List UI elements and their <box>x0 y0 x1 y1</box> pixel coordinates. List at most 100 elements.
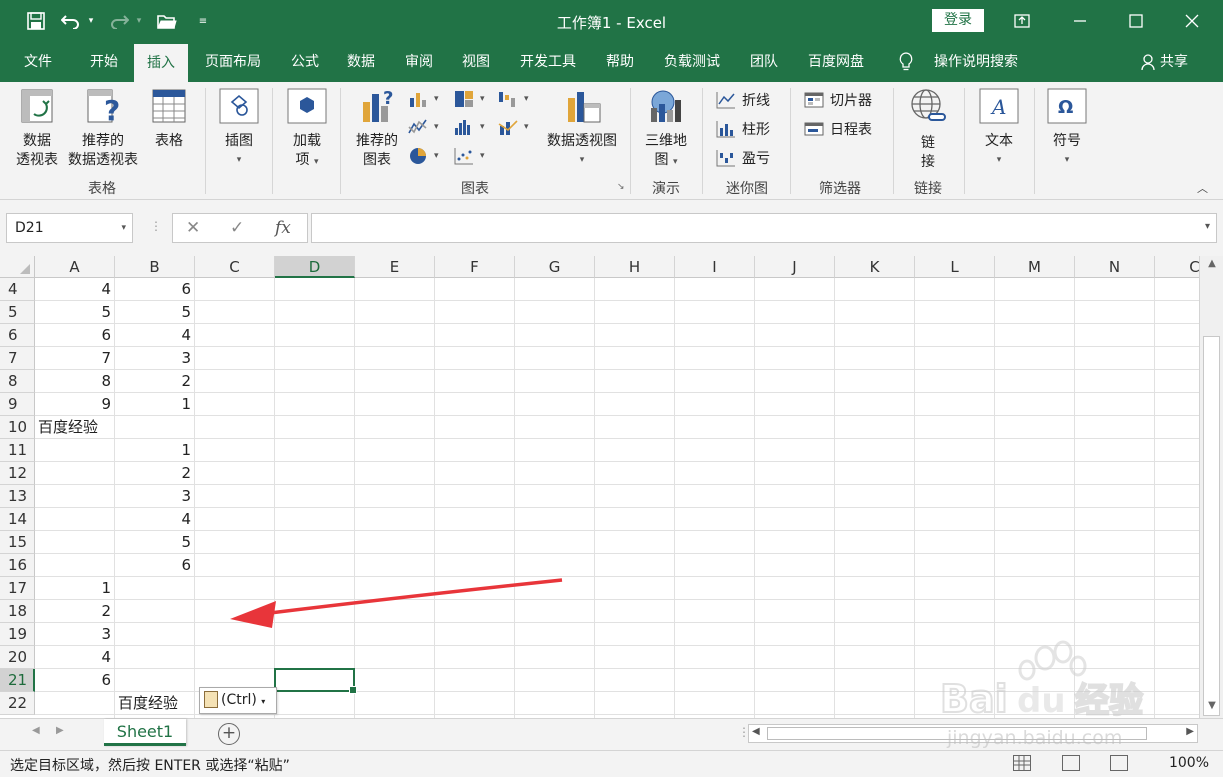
active-cell-D21[interactable] <box>274 668 357 694</box>
text-button[interactable]: A 文本 ▾ <box>974 88 1024 170</box>
row-header[interactable]: 19 <box>0 623 35 646</box>
cell-B8[interactable]: 2 <box>115 370 195 393</box>
row-header[interactable]: 21 <box>0 669 35 692</box>
column-header[interactable]: F <box>435 256 515 278</box>
cell-B6[interactable]: 4 <box>115 324 195 347</box>
cell-B16[interactable]: 6 <box>115 554 195 577</box>
enter-check-icon[interactable]: ✓ <box>230 218 244 238</box>
cell-B12[interactable]: 2 <box>115 462 195 485</box>
row-header[interactable]: 5 <box>0 301 35 324</box>
table-button[interactable]: 表格 <box>146 88 192 151</box>
vertical-scroll-thumb[interactable] <box>1203 336 1220 716</box>
sparkline-winloss-button[interactable]: 盈亏 <box>716 148 770 168</box>
minimize-icon[interactable] <box>1052 0 1108 42</box>
page-break-preview-icon[interactable] <box>1110 755 1128 771</box>
save-icon[interactable] <box>21 0 51 42</box>
select-all-corner[interactable] <box>0 256 35 278</box>
row-header[interactable]: 8 <box>0 370 35 393</box>
3d-map-button[interactable]: 三维地 图 ▾ <box>640 88 692 172</box>
cell-B5[interactable]: 5 <box>115 301 195 324</box>
share-person-icon[interactable] <box>1138 42 1160 82</box>
recommended-pivot-button[interactable]: ? 推荐的 数据透视表 <box>63 88 143 170</box>
cell-B9[interactable]: 1 <box>115 393 195 416</box>
tab-review[interactable]: 审阅 <box>394 42 444 82</box>
addins-button[interactable]: 加载 项 ▾ <box>282 88 332 172</box>
scroll-left-icon[interactable]: ◀ <box>752 726 760 737</box>
row-header[interactable]: 4 <box>0 278 35 301</box>
cell-A19[interactable]: 3 <box>35 623 115 646</box>
normal-view-icon[interactable] <box>1013 755 1031 771</box>
tab-view[interactable]: 视图 <box>451 42 501 82</box>
cell-B15[interactable]: 5 <box>115 531 195 554</box>
collapse-ribbon-icon[interactable]: ︿ <box>1197 180 1208 196</box>
cell-A6[interactable]: 6 <box>35 324 115 347</box>
insert-function-icon[interactable]: fx <box>275 218 291 238</box>
column-header[interactable]: J <box>755 256 835 278</box>
tab-file[interactable]: 文件 <box>14 42 62 82</box>
symbol-button[interactable]: Ω 符号 ▾ <box>1042 88 1092 170</box>
scatter-chart-button[interactable]: ▾ <box>454 147 485 165</box>
tab-baidu-netdisk[interactable]: 百度网盘 <box>798 42 874 82</box>
pivot-chart-button[interactable]: 数据透视图 ▾ <box>540 88 624 170</box>
tab-team[interactable]: 团队 <box>740 42 788 82</box>
row-header[interactable]: 22 <box>0 692 35 715</box>
cell-A5[interactable]: 5 <box>35 301 115 324</box>
row-header[interactable]: 13 <box>0 485 35 508</box>
row-header[interactable]: 20 <box>0 646 35 669</box>
tab-formulas[interactable]: 公式 <box>280 42 330 82</box>
horizontal-scrollbar[interactable]: ◀ ▶ <box>748 724 1198 743</box>
cell-A10[interactable]: 百度经验 <box>35 416 98 439</box>
hierarchy-chart-button[interactable]: ▾ <box>454 90 485 108</box>
tab-help[interactable]: 帮助 <box>596 42 644 82</box>
undo-dropdown-icon[interactable]: ▾ <box>80 0 102 42</box>
scroll-down-icon[interactable]: ▼ <box>1200 700 1223 718</box>
illustrations-button[interactable]: 插图 ▾ <box>214 88 264 170</box>
cell-A18[interactable]: 2 <box>35 600 115 623</box>
charts-dialog-launcher-icon[interactable]: ↘ <box>617 182 625 192</box>
cell-A21[interactable]: 6 <box>35 669 115 692</box>
cell-B11[interactable]: 1 <box>115 439 195 462</box>
vertical-scrollbar[interactable]: ▲ ▼ <box>1199 256 1223 718</box>
cell-B22[interactable]: 百度经验 <box>115 692 178 715</box>
column-header[interactable]: K <box>835 256 915 278</box>
column-header[interactable]: A <box>35 256 115 278</box>
ribbon-display-options-icon[interactable] <box>994 0 1050 42</box>
cell-A8[interactable]: 8 <box>35 370 115 393</box>
cell-A17[interactable]: 1 <box>35 577 115 600</box>
timeline-button[interactable]: 日程表 <box>804 119 872 139</box>
next-sheet-icon[interactable]: ▶ <box>56 725 64 736</box>
column-header[interactable]: D <box>275 256 355 278</box>
pie-chart-button[interactable]: ▾ <box>408 147 439 165</box>
tab-developer[interactable]: 开发工具 <box>510 42 586 82</box>
login-button[interactable]: 登录 <box>932 9 984 32</box>
column-header[interactable]: E <box>355 256 435 278</box>
worksheet-grid[interactable]: A B C D E F G H I J K L M N C 4 5 6 7 8 9 10 11 12 13 14 15 16 17 18 1… <box>0 256 1199 718</box>
cell-B14[interactable]: 4 <box>115 508 195 531</box>
statistic-chart-button[interactable]: ▾ <box>454 118 485 136</box>
column-header[interactable]: B <box>115 256 195 278</box>
tab-insert[interactable]: 插入 <box>134 44 188 82</box>
row-header[interactable]: 12 <box>0 462 35 485</box>
tell-me-search[interactable]: 操作说明搜索 <box>924 42 1028 82</box>
customize-quick-access-icon[interactable]: ≡ <box>188 0 218 42</box>
open-folder-icon[interactable] <box>152 0 182 42</box>
tab-home[interactable]: 开始 <box>78 42 130 82</box>
column-header[interactable]: M <box>995 256 1075 278</box>
cancel-icon[interactable]: ✕ <box>186 218 200 238</box>
pivot-table-button[interactable]: 数据 透视表 <box>10 88 64 170</box>
cell-B4[interactable]: 6 <box>115 278 195 301</box>
close-icon[interactable] <box>1164 0 1220 42</box>
cell-A20[interactable]: 4 <box>35 646 115 669</box>
column-header[interactable]: G <box>515 256 595 278</box>
tab-page-layout[interactable]: 页面布局 <box>196 42 270 82</box>
tab-data[interactable]: 数据 <box>336 42 386 82</box>
row-header[interactable]: 9 <box>0 393 35 416</box>
sheet-tab-sheet1[interactable]: Sheet1 <box>104 719 186 746</box>
cell-B13[interactable]: 3 <box>115 485 195 508</box>
column-header[interactable]: H <box>595 256 675 278</box>
column-header[interactable]: N <box>1075 256 1155 278</box>
share-button[interactable]: 共享 <box>1160 42 1198 82</box>
horizontal-scroll-thumb[interactable] <box>767 727 1147 740</box>
slicer-button[interactable]: 切片器 <box>804 90 872 110</box>
combo-chart-button[interactable]: ▾ <box>498 118 529 136</box>
